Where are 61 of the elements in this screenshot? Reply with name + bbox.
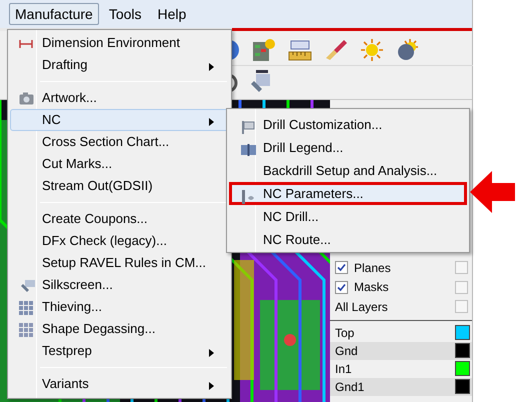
checkbox[interactable] (335, 280, 348, 294)
submenu-arrow-icon (209, 118, 214, 126)
menu-item[interactable]: Thieving... (10, 296, 229, 318)
checkbox[interactable] (455, 280, 468, 294)
spreadsheet-icon[interactable] (252, 38, 276, 62)
paintbrush-icon[interactable] (324, 38, 348, 62)
filter-label: Masks (354, 279, 389, 296)
menu-item[interactable]: Create Coupons... (10, 208, 229, 230)
menu-item[interactable]: NC Drill... (229, 205, 467, 228)
menu-item[interactable]: Artwork... (10, 87, 229, 109)
menu-bar-item[interactable]: Tools (102, 3, 148, 25)
camera-icon (19, 92, 34, 105)
checkbox[interactable] (455, 261, 468, 274)
layer-name: In1 (335, 360, 352, 378)
menu-item[interactable]: Cut Marks... (10, 153, 229, 175)
menu-item[interactable]: Setup RAVEL Rules in CM... (10, 252, 229, 274)
menu-item[interactable]: Shape Degassing... (10, 318, 229, 340)
menu-item[interactable]: Testprep (10, 340, 229, 362)
silkscreen-icon (19, 279, 35, 294)
checkbox[interactable] (455, 300, 468, 314)
menu-item[interactable]: Backdrill Setup and Analysis... (229, 159, 467, 182)
menu-item[interactable]: NC Parameters... (229, 182, 467, 205)
layer-color-swatch[interactable] (455, 343, 470, 358)
flag-icon (241, 121, 255, 134)
menu-item[interactable]: Drill Customization... (229, 113, 467, 136)
layer-color-swatch[interactable] (455, 361, 470, 376)
menu-item[interactable]: Drafting (10, 54, 229, 76)
dim-sun-icon[interactable] (396, 38, 420, 62)
dimension-icon (19, 37, 33, 51)
layer-color-swatch[interactable] (455, 379, 470, 394)
drill-icon (241, 190, 255, 204)
submenu-arrow-icon (209, 63, 214, 71)
layer-row[interactable]: Gnd1 (330, 378, 472, 396)
sun-icon[interactable] (360, 38, 384, 62)
menu-item[interactable]: Stream Out(GDSII) (10, 175, 229, 197)
book-icon (241, 144, 256, 156)
layer-name: Top (335, 324, 354, 342)
menu-item[interactable]: DFx Check (legacy)... (10, 230, 229, 252)
thieving-icon (19, 301, 33, 315)
menu-item[interactable]: Drill Legend... (229, 136, 467, 159)
submenu-arrow-icon (209, 382, 214, 390)
submenu-arrow-icon (209, 349, 214, 357)
menu-bar-item[interactable]: Help (152, 3, 192, 25)
layer-color-swatch[interactable] (455, 325, 470, 340)
degassing-icon (19, 323, 33, 337)
menu-item[interactable]: Cross Section Chart... (10, 131, 229, 153)
filter-label: Planes (354, 260, 391, 277)
layer-row[interactable]: Gnd (330, 342, 472, 360)
checkbox[interactable] (335, 261, 348, 274)
menu-item[interactable]: NC Route... (229, 228, 467, 251)
layer-name: Gnd1 (335, 378, 364, 396)
menu-item[interactable]: Silkscreen... (10, 274, 229, 296)
menu-item[interactable]: Variants (10, 373, 229, 395)
layer-row[interactable]: In1 (330, 360, 472, 378)
filter-label: All Layers (335, 298, 388, 316)
layer-name: Gnd (335, 342, 358, 360)
ruler-icon[interactable] (288, 38, 312, 62)
menu-bar-item[interactable]: Manufacture (9, 3, 99, 25)
menu-item[interactable]: Dimension Environment (10, 32, 229, 54)
arrow-icon (470, 171, 516, 213)
menu-item[interactable]: NC (10, 109, 229, 131)
